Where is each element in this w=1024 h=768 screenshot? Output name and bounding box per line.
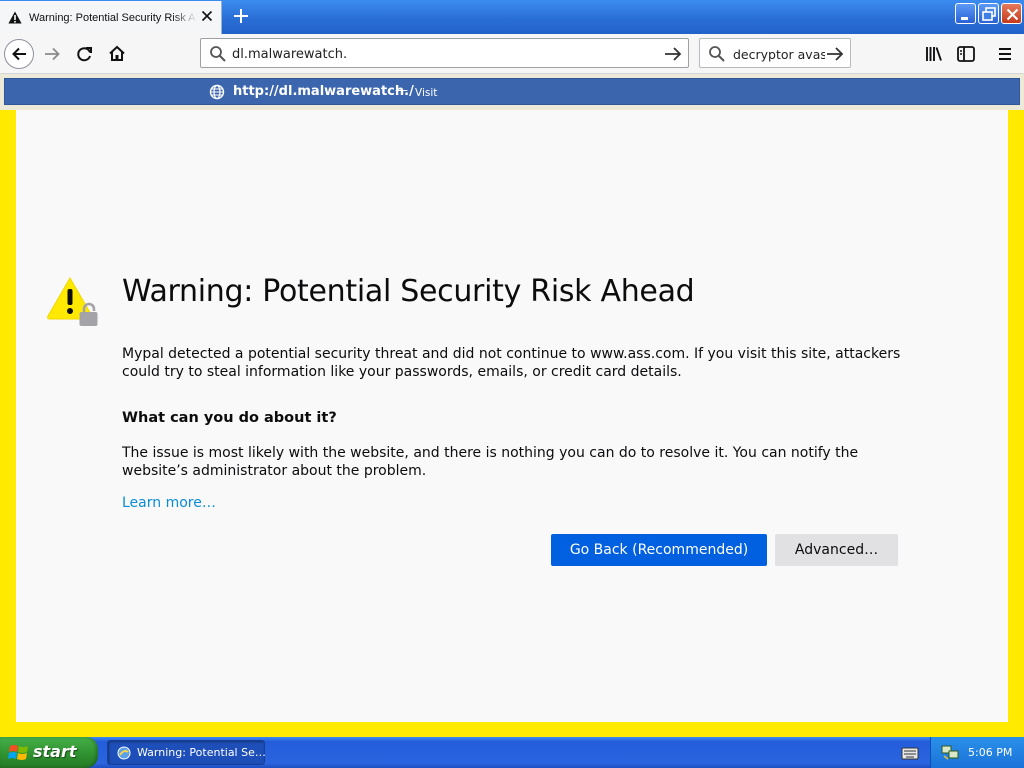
- windows-logo-icon: [8, 745, 28, 760]
- reload-icon: [77, 47, 92, 62]
- search-input[interactable]: [733, 44, 825, 64]
- minimize-button[interactable]: [955, 3, 976, 24]
- section-heading: What can you do about it?: [122, 410, 337, 426]
- warning-icon: [8, 11, 22, 24]
- url-bar[interactable]: [200, 38, 689, 68]
- url-suggestion-row[interactable]: http://dl.malwarewatch./ — Visit: [4, 78, 1020, 105]
- new-tab-button[interactable]: [229, 5, 253, 27]
- back-arrow-icon: [12, 47, 26, 61]
- forward-button[interactable]: [38, 39, 68, 69]
- taskbar-window-label: Warning: Potential Se…: [137, 746, 266, 759]
- globe-icon: [209, 84, 225, 100]
- search-bar[interactable]: [699, 38, 851, 68]
- learn-more-link[interactable]: Learn more…: [122, 495, 216, 511]
- security-warning-icon: [47, 277, 98, 326]
- suggestion-url: http://dl.malwarewatch./: [233, 84, 414, 99]
- library-icon[interactable]: [922, 42, 946, 66]
- search-go-arrow-icon[interactable]: [826, 46, 844, 62]
- taskbar-clock: 5:06 PM: [968, 746, 1013, 759]
- back-button[interactable]: [4, 39, 34, 69]
- restore-icon: [982, 7, 996, 21]
- suggestion-separator: —: [395, 83, 408, 98]
- keyboard-icon[interactable]: [901, 746, 919, 760]
- advanced-button[interactable]: Advanced…: [775, 534, 898, 566]
- explanation-text: The issue is most likely with the websit…: [122, 445, 859, 479]
- search-icon: [709, 46, 725, 62]
- minimize-icon: [961, 17, 968, 20]
- close-icon: [1006, 8, 1019, 21]
- go-arrow-icon[interactable]: [664, 46, 682, 62]
- hamburger-menu-icon[interactable]: [993, 42, 1017, 66]
- tab-title: Warning: Potential Security Risk Ahead: [29, 11, 197, 24]
- url-input[interactable]: [232, 44, 652, 64]
- home-button[interactable]: [102, 39, 132, 69]
- start-label: start: [33, 742, 77, 761]
- taskbar-window-item[interactable]: Warning: Potential Se…: [107, 740, 266, 765]
- page-viewport: Warning: Potential Security Risk Ahead M…: [0, 110, 1024, 737]
- warning-description: Mypal detected a potential security thre…: [122, 346, 901, 380]
- error-page: Warning: Potential Security Risk Ahead M…: [16, 110, 1008, 722]
- taskbar: start Warning: Potential Se… 5:06 PM: [0, 737, 1024, 768]
- reload-button[interactable]: [70, 39, 100, 69]
- restore-button[interactable]: [978, 3, 999, 24]
- plus-icon: [234, 9, 248, 23]
- sidebar-icon[interactable]: [954, 42, 978, 66]
- go-back-button[interactable]: Go Back (Recommended): [551, 534, 767, 566]
- search-icon: [210, 46, 226, 62]
- title-bar: Warning: Potential Security Risk Ahead: [0, 0, 1024, 34]
- close-window-button[interactable]: [1001, 3, 1022, 24]
- tab-close-icon[interactable]: [201, 10, 213, 22]
- start-button[interactable]: start: [0, 737, 98, 768]
- page-title: Warning: Potential Security Risk Ahead: [122, 274, 695, 309]
- browser-app-icon: [117, 746, 131, 760]
- tab-security-warning[interactable]: Warning: Potential Security Risk Ahead: [0, 1, 222, 34]
- network-icon[interactable]: [941, 744, 959, 760]
- navigation-toolbar: [0, 34, 1024, 74]
- system-tray: 5:06 PM: [930, 737, 1024, 768]
- forward-arrow-icon: [45, 47, 60, 61]
- suggestion-action: Visit: [415, 87, 438, 99]
- home-icon: [109, 45, 125, 61]
